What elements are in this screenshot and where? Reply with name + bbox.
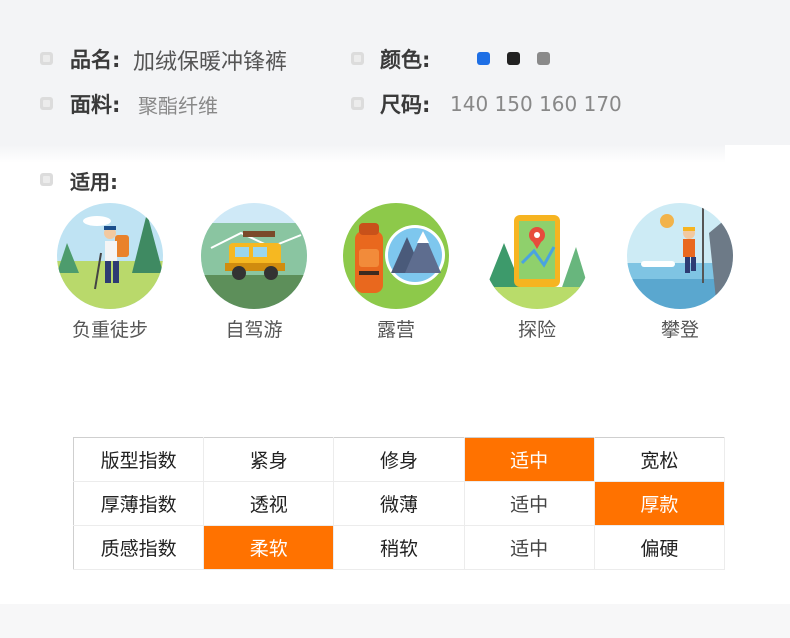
map-pin-icon: [484, 203, 590, 309]
usage-item-road-trip: 自驾游: [199, 203, 309, 342]
option-cell[interactable]: 宽松: [594, 437, 726, 482]
usage-label: 适用:: [70, 170, 118, 194]
panel-shadow: [0, 145, 725, 163]
bullet-icon: [351, 97, 364, 110]
table-row: 版型指数 紧身 修身 适中 宽松: [73, 437, 726, 482]
option-cell[interactable]: 微薄: [333, 481, 465, 526]
jeep-icon: [201, 203, 307, 309]
color-swatch-gray[interactable]: [537, 52, 550, 65]
fabric-label: 面料:: [70, 93, 121, 117]
row-header: 质感指数: [73, 525, 205, 570]
product-info-panel: 品名: 加绒保暖冲锋裤 颜色: 面料: 聚酯纤维 尺码: 140 150 160…: [0, 0, 790, 145]
usage-item-label: 露营: [376, 319, 415, 341]
table-row: 质感指数 柔软 稍软 适中 偏硬: [73, 525, 726, 570]
option-cell-selected[interactable]: 厚款: [594, 481, 726, 526]
size-label: 尺码:: [380, 93, 431, 117]
option-cell[interactable]: 适中: [464, 525, 595, 570]
usage-item-hiking: 负重徒步: [55, 203, 165, 342]
usage-item-label: 自驾游: [225, 319, 283, 341]
bullet-icon: [351, 52, 364, 65]
size-value: 140 150 160 170: [450, 92, 622, 116]
fabric-value: 聚酯纤维: [138, 94, 218, 118]
bullet-icon: [40, 97, 53, 110]
color-swatch-black[interactable]: [507, 52, 520, 65]
option-cell[interactable]: 适中: [464, 481, 595, 526]
fit-index-table: 版型指数 紧身 修身 适中 宽松 厚薄指数 透视 微薄 适中 厚款 质感指数 柔…: [73, 437, 726, 570]
table-row: 厚薄指数 透视 微薄 适中 厚款: [73, 481, 726, 526]
bullet-icon: [40, 52, 53, 65]
usage-item-camping: 露营: [341, 203, 451, 342]
color-label: 颜色:: [380, 48, 431, 72]
usage-item-climbing: 攀登: [625, 203, 735, 342]
row-header: 厚薄指数: [73, 481, 205, 526]
row-header: 版型指数: [73, 437, 205, 482]
option-cell-selected[interactable]: 适中: [464, 437, 595, 482]
name-label: 品名:: [70, 48, 121, 72]
option-cell-selected[interactable]: 柔软: [203, 525, 335, 570]
option-cell[interactable]: 偏硬: [594, 525, 726, 570]
hiker-icon: [57, 203, 163, 309]
option-cell[interactable]: 修身: [333, 437, 465, 482]
backpack-mountain-icon: [343, 203, 449, 309]
option-cell[interactable]: 紧身: [203, 437, 335, 482]
name-value: 加绒保暖冲锋裤: [133, 50, 288, 75]
color-swatch-blue[interactable]: [477, 52, 490, 65]
bottom-band: [0, 604, 790, 638]
usage-item-adventure: 探险: [482, 203, 592, 342]
option-cell[interactable]: 稍软: [333, 525, 465, 570]
usage-item-label: 攀登: [660, 319, 699, 341]
bullet-icon: [40, 173, 53, 186]
usage-item-label: 负重徒步: [71, 319, 148, 341]
option-cell[interactable]: 透视: [203, 481, 335, 526]
usage-item-label: 探险: [517, 319, 556, 341]
climber-icon: [627, 203, 733, 309]
